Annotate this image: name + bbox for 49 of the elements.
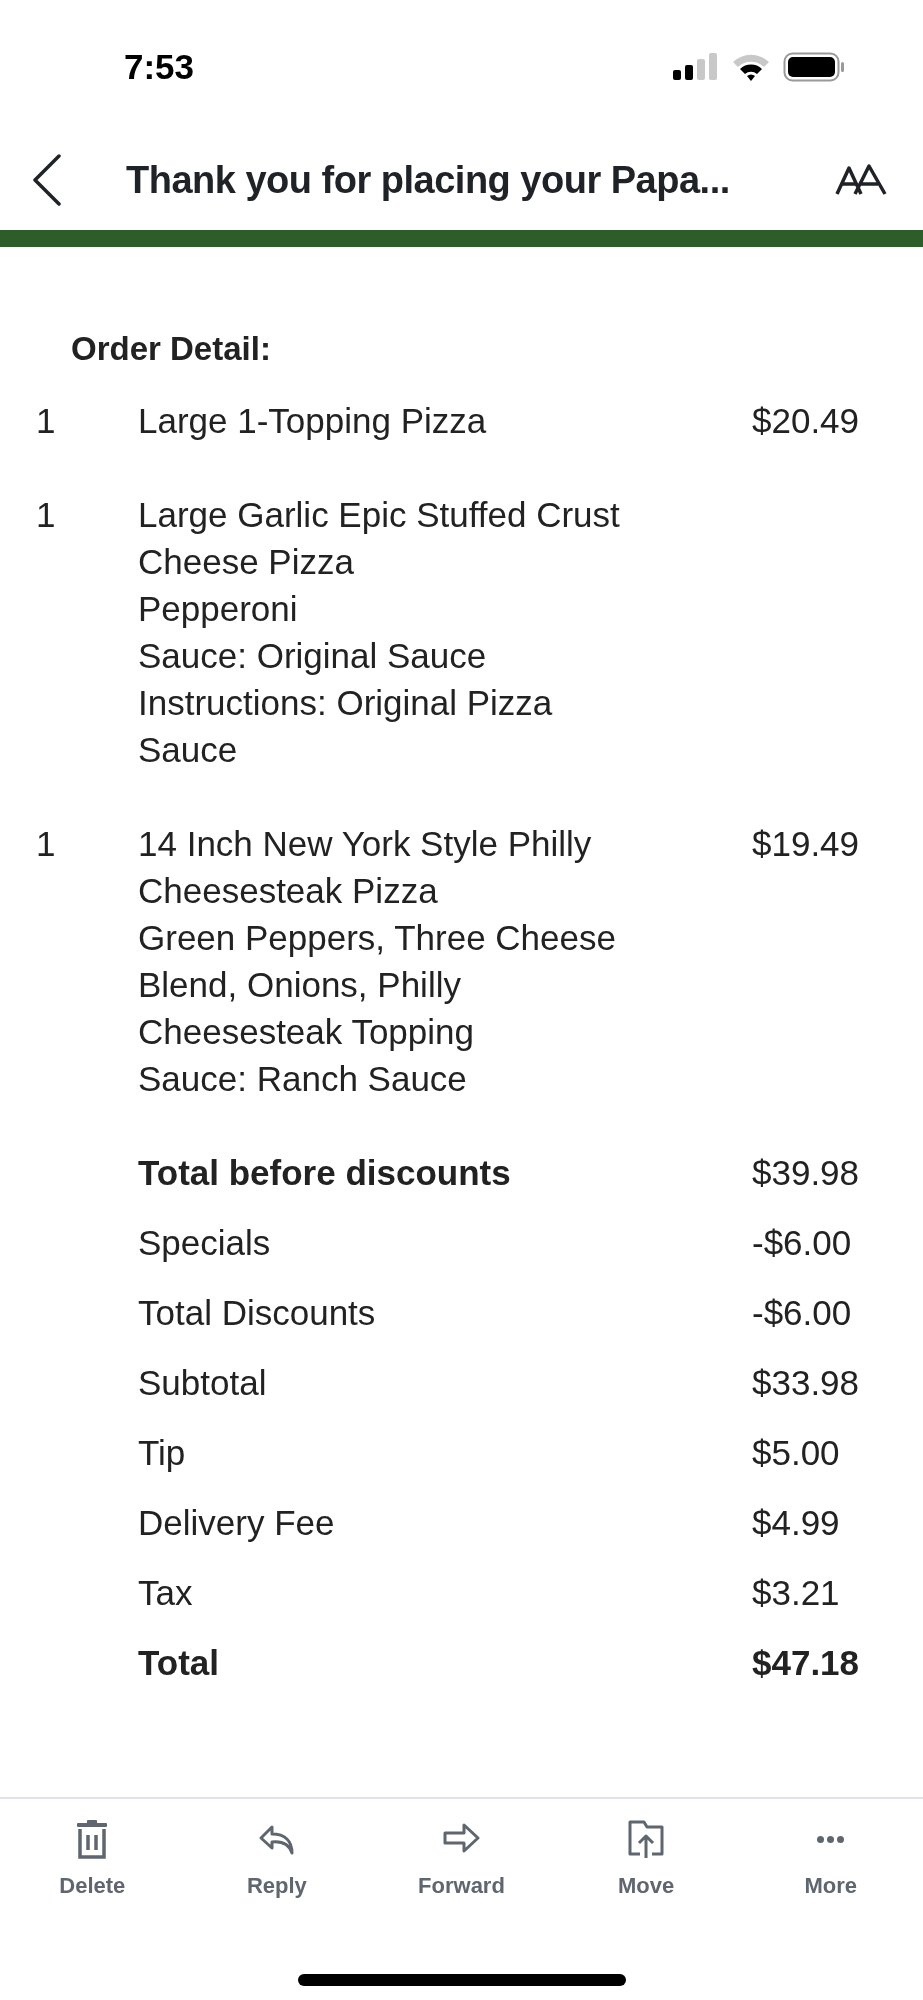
email-subject-title: Thank you for placing your Papa... xyxy=(126,157,730,203)
summary-amount: $4.99 xyxy=(752,1502,840,1544)
summary-label: Tax xyxy=(138,1572,194,1614)
item-detail: Cheese Pizza xyxy=(138,541,355,583)
summary-amount: $33.98 xyxy=(752,1362,860,1404)
item-detail: Instructions: Original Pizza xyxy=(138,682,554,724)
summary-amount: -$6.00 xyxy=(752,1292,852,1334)
wifi-icon xyxy=(731,52,771,82)
battery-icon xyxy=(783,52,845,82)
item-name: 14 Inch New York Style Philly xyxy=(138,823,593,865)
more-icon xyxy=(817,1835,845,1843)
item-price: $20.49 xyxy=(752,400,860,442)
summary-label: Total Discounts xyxy=(138,1292,377,1334)
summary-label: Specials xyxy=(138,1222,272,1264)
summary-label: Total xyxy=(138,1642,220,1684)
summary-label: Total before discounts xyxy=(138,1152,512,1194)
summary-amount: $5.00 xyxy=(752,1432,840,1474)
item-price: $19.49 xyxy=(752,823,860,865)
item-detail: Sauce: Original Sauce xyxy=(138,635,488,677)
quantity: 1 xyxy=(35,823,57,865)
back-icon[interactable] xyxy=(32,154,62,206)
item-name: Large 1-Topping Pizza xyxy=(138,400,488,442)
folder-upload-icon xyxy=(627,1819,666,1859)
item-detail: Pepperoni xyxy=(138,588,299,630)
item-detail: Green Peppers, Three Cheese xyxy=(138,917,617,959)
summary-label: Tip xyxy=(138,1432,187,1474)
delete-button[interactable]: Delete xyxy=(0,1819,185,1902)
quantity: 1 xyxy=(35,494,57,536)
summary-label: Subtotal xyxy=(138,1362,268,1404)
move-button[interactable]: Move xyxy=(553,1819,739,1902)
forward-button[interactable]: Forward xyxy=(369,1819,554,1902)
item-name: Large Garlic Epic Stuffed Crust xyxy=(138,494,621,536)
summary-label: Delivery Fee xyxy=(138,1502,336,1544)
item-detail: Cheesesteak Pizza xyxy=(138,870,439,912)
signal-icon xyxy=(673,52,719,82)
status-time: 7:53 xyxy=(124,45,195,88)
item-detail: Sauce: Ranch Sauce xyxy=(138,1058,468,1100)
text-size-icon[interactable] xyxy=(835,164,887,196)
summary-amount: $47.18 xyxy=(752,1642,860,1684)
summary-amount: -$6.00 xyxy=(752,1222,852,1264)
more-button[interactable]: More xyxy=(738,1819,923,1902)
summary-amount: $39.98 xyxy=(752,1152,860,1194)
reply-button[interactable]: Reply xyxy=(184,1819,370,1902)
quantity: 1 xyxy=(35,400,57,442)
item-detail: Blend, Onions, Philly xyxy=(138,964,462,1006)
summary-amount: $3.21 xyxy=(752,1572,840,1614)
order-detail-heading: Order Detail: xyxy=(70,329,272,369)
item-detail: Sauce xyxy=(138,729,239,771)
item-detail: Cheesesteak Topping xyxy=(138,1011,475,1053)
